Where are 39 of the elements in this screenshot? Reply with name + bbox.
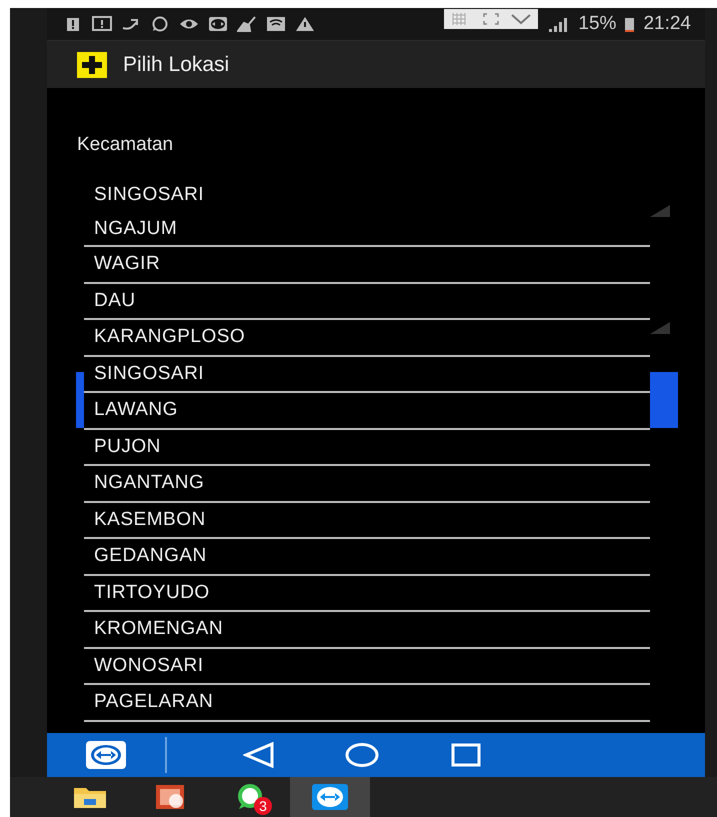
remote-control-icon[interactable] [85, 740, 127, 770]
dropdown-option[interactable]: KARANGPLOSO [84, 320, 650, 356]
dropdown-option[interactable]: PUJON [84, 430, 650, 466]
dropdown-option[interactable]: GEDANGAN [84, 539, 650, 576]
remote-control-icon [208, 16, 228, 32]
home-icon[interactable] [345, 742, 379, 768]
chat-icon [150, 16, 170, 32]
transfer-icon [121, 16, 141, 32]
spinner-corner-icon [650, 322, 670, 334]
dropdown-option[interactable]: WAGIR [84, 247, 650, 284]
dropdown-option[interactable]: LAWANG [84, 393, 650, 430]
recent-apps-icon[interactable] [451, 743, 481, 767]
battery-percent: 15% [578, 13, 616, 35]
clock-time: 21:24 [643, 13, 691, 35]
back-icon[interactable] [243, 742, 275, 768]
screen-title: Pilih Lokasi [123, 52, 230, 76]
warning-icon [295, 16, 315, 32]
message-icon [92, 16, 112, 32]
dropdown-option[interactable]: KROMENGAN [84, 612, 650, 648]
dropdown-option[interactable]: NGANTANG [84, 466, 650, 502]
notification-badge: 3 [254, 797, 272, 815]
dropdown-option[interactable]: DAU [84, 284, 650, 320]
dropdown-option[interactable]: NGAJUM [84, 212, 650, 247]
spinner-corner-icon [650, 205, 670, 217]
cleaning-icon [237, 16, 257, 32]
taskbar-button[interactable] [290, 777, 370, 817]
dropdown-field[interactable]: SINGOSARI [94, 184, 204, 206]
wifi-icon [266, 16, 286, 32]
dropdown-option[interactable]: KASEMBON [84, 502, 650, 539]
dropdown-option[interactable]: SINGOSARI [84, 356, 650, 393]
remote-control-icon [310, 782, 350, 812]
signal-icon [547, 16, 570, 32]
plus-logo-icon [77, 52, 107, 78]
dropdown-option[interactable]: TIRTOYUDO [84, 576, 650, 612]
dropdown-option[interactable]: WONOSARI [84, 648, 650, 685]
taskbar-button[interactable]: 3 [210, 777, 290, 817]
field-label: Kecamatan [77, 134, 174, 156]
battery-icon [625, 16, 634, 32]
dropdown-option[interactable]: PAGELARAN [84, 685, 650, 722]
